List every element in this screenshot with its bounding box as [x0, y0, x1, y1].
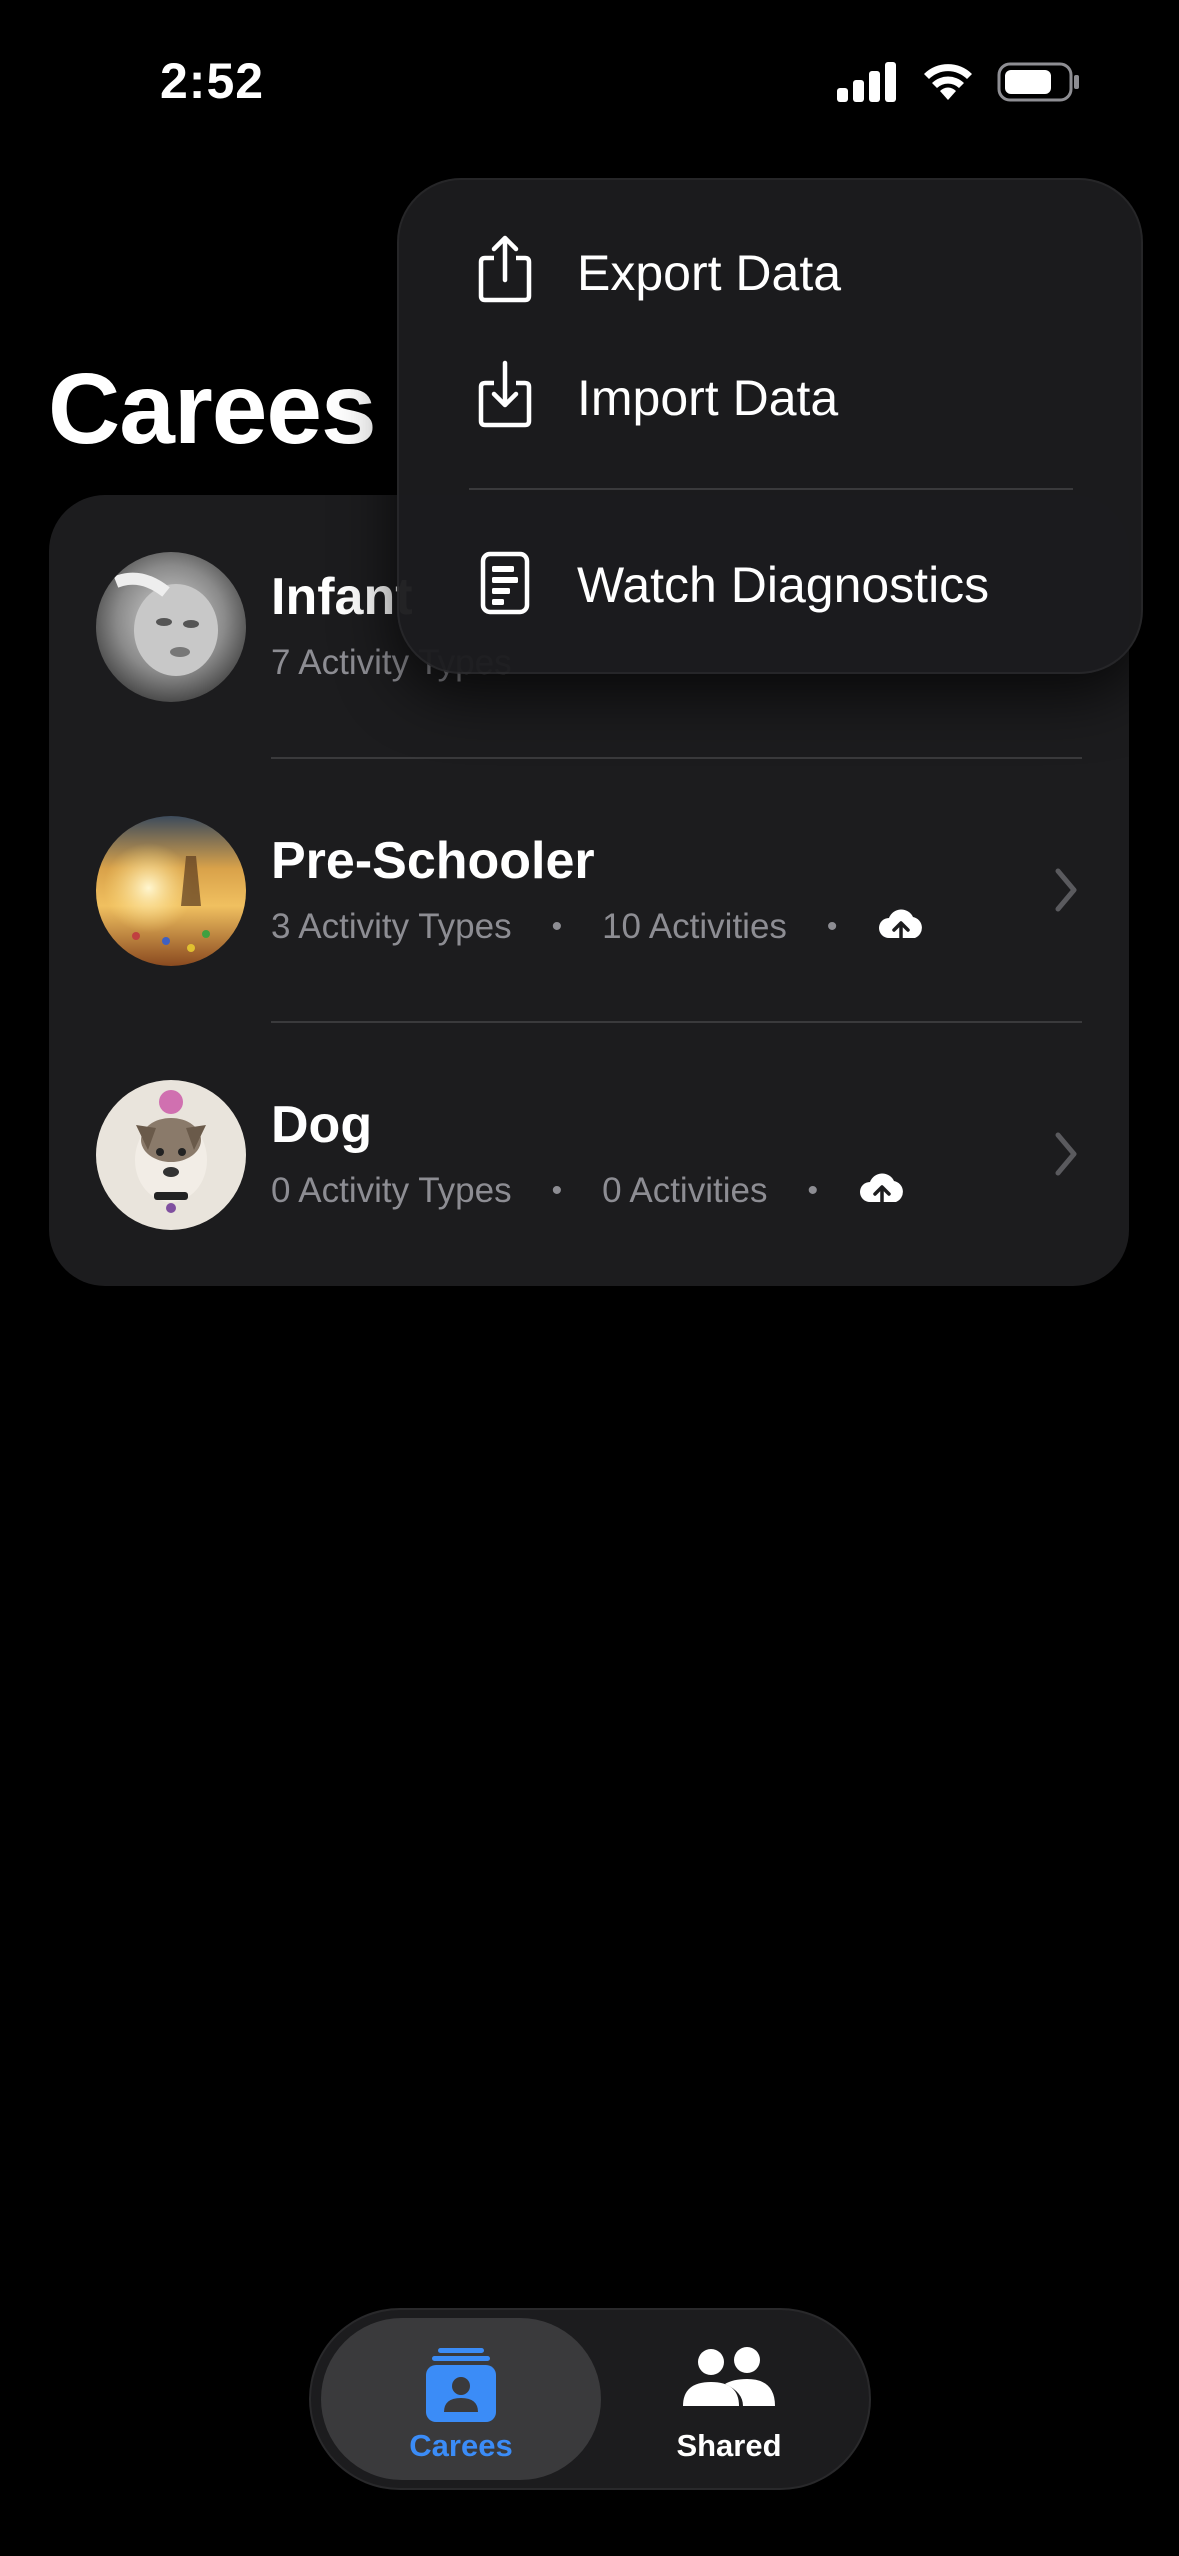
- menu-item-watch-diagnostics[interactable]: Watch Diagnostics: [397, 528, 1143, 638]
- avatar: [96, 816, 246, 966]
- list-item[interactable]: Pre-Schooler 3 Activity Types • 10 Activ…: [49, 759, 1129, 1023]
- status-bar: 2:52: [0, 0, 1179, 170]
- separator-dot: •: [551, 910, 563, 943]
- menu-item-label: Export Data: [577, 245, 842, 301]
- status-icons: [837, 62, 1081, 102]
- battery-icon: [997, 62, 1079, 102]
- import-icon: [478, 360, 532, 428]
- cloud-upload-icon: [859, 1173, 903, 1208]
- avatar: [96, 1080, 246, 1230]
- tab-label: Shared: [676, 2428, 782, 2463]
- cellular-signal-icon: [837, 62, 896, 102]
- person-stack-icon: [426, 2348, 496, 2422]
- tab-label: Carees: [409, 2428, 513, 2463]
- tab-shared[interactable]: Shared: [589, 2318, 869, 2480]
- document-icon: [480, 551, 530, 615]
- activities-count: 10 Activities: [602, 907, 787, 946]
- chevron-right-icon: [1055, 868, 1077, 912]
- context-menu: Export Data Import Data Watch Diagnostic…: [397, 178, 1143, 674]
- activity-types-count: 0 Activity Types: [271, 1171, 512, 1210]
- caree-summary: 0 Activity Types • 0 Activities •: [271, 1171, 906, 1211]
- tab-bar: Carees Shared: [309, 2308, 871, 2490]
- avatar: [96, 552, 246, 702]
- share-export-icon: [478, 235, 532, 303]
- separator-dot: •: [807, 1174, 818, 1207]
- caree-name: Pre-Schooler: [271, 832, 595, 890]
- caree-summary: 3 Activity Types • 10 Activities •: [271, 907, 925, 947]
- separator-dot: •: [826, 910, 838, 943]
- list-item[interactable]: Dog 0 Activity Types • 0 Activities •: [49, 1023, 1129, 1286]
- people-icon: [683, 2347, 775, 2406]
- menu-item-import-data[interactable]: Import Data: [397, 341, 1143, 451]
- wifi-icon: [924, 64, 972, 100]
- cloud-upload-icon: [879, 909, 923, 944]
- menu-divider: [469, 488, 1073, 490]
- menu-item-label: Watch Diagnostics: [577, 557, 990, 613]
- caree-name: Infant: [271, 568, 413, 626]
- page-title: Carees: [48, 353, 377, 465]
- caree-name: Dog: [271, 1096, 373, 1154]
- menu-item-label: Import Data: [577, 370, 839, 426]
- status-time: 2:52: [160, 53, 265, 109]
- activities-count: 0 Activities: [602, 1171, 768, 1210]
- menu-item-export-data[interactable]: Export Data: [397, 216, 1143, 326]
- separator-dot: •: [551, 1174, 563, 1207]
- chevron-right-icon: [1055, 1132, 1077, 1176]
- activity-types-count: 3 Activity Types: [271, 907, 512, 946]
- tab-carees[interactable]: Carees: [321, 2318, 601, 2480]
